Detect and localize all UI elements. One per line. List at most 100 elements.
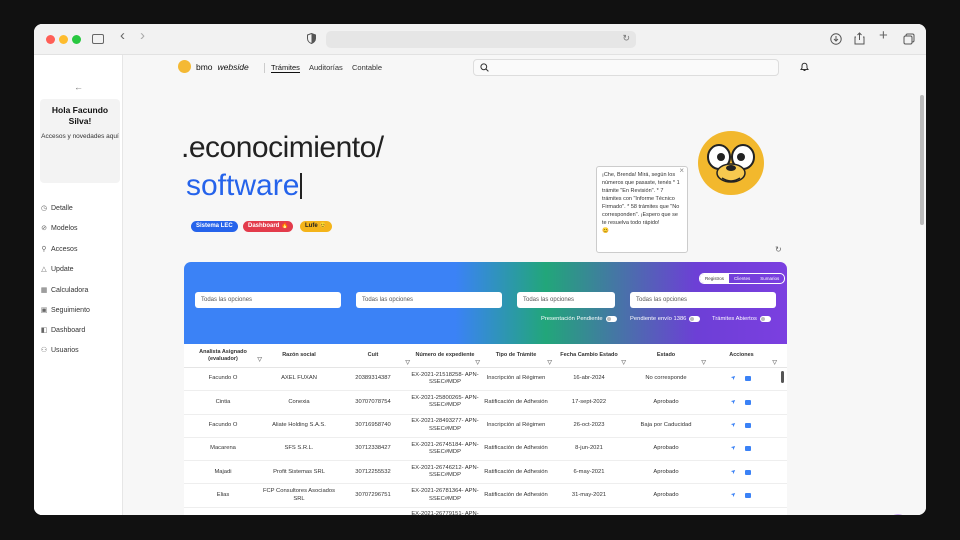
table-cell: Majadi [214, 468, 232, 475]
assistant-message-text: ¡Che, Brenda! Mirá, según los números qu… [602, 172, 680, 226]
column-header[interactable]: Cuit ▽ [336, 352, 410, 366]
view-segmented-control: Registros Clientes Sumarios [699, 273, 786, 284]
jake-mascot-icon[interactable] [698, 131, 764, 195]
table-cell: Profit Sistemas SRL [273, 468, 325, 475]
folder-icon[interactable] [744, 469, 751, 475]
bell-icon[interactable] [800, 62, 809, 72]
badge-dashboard[interactable]: Dashboard 🔥 [243, 221, 294, 232]
bmo-assistant-button[interactable] [888, 514, 908, 515]
sidebar-item-modelos[interactable]: ⊘ Modelos [40, 224, 77, 233]
segment-sumarios[interactable]: Sumarios [755, 274, 784, 283]
column-header[interactable]: Analista Asignado (evaluador) ▽ [184, 349, 262, 363]
sidebar-item-update[interactable]: △ Update [40, 265, 74, 274]
filter-icon[interactable]: ▽ [621, 360, 626, 367]
toggle-switch[interactable] [689, 316, 701, 322]
filter-icon[interactable]: ▽ [475, 360, 480, 367]
folder-icon[interactable] [744, 422, 751, 428]
filter-icon[interactable]: ▽ [547, 360, 552, 367]
table-row[interactable]: MacarenaDIBUSOFT SRL30710857977EX-2021-2… [184, 508, 787, 515]
brand[interactable]: bmo webside [178, 60, 249, 73]
table-row[interactable]: Facundo O Aliate Holding S.A.S. 3071695874… [184, 415, 787, 438]
table-cell: Aprobado [653, 491, 679, 498]
table-cell: Macarena [210, 445, 236, 452]
reload-icon[interactable]: ↻ [622, 33, 630, 44]
search-input[interactable] [473, 59, 779, 76]
table-cell: Conexia [288, 398, 310, 405]
segment-registros[interactable]: Registros [700, 274, 730, 283]
sidebar-item-detalle[interactable]: ◷ Detalle [40, 204, 73, 213]
toggle-tramites-abiertos[interactable]: Trámites Abiertos [712, 316, 771, 322]
folder-icon[interactable] [744, 446, 751, 452]
filter-select-1[interactable]: Todas las opciones [195, 292, 341, 308]
table-row[interactable]: Facundo O AXEL FUXAN 20389314387 EX-2021-21… [184, 368, 787, 392]
sidebar-item-usuarios[interactable]: ⚇ Usuarios [40, 346, 79, 355]
browser-toolbar: ‹ › ↻ + [34, 24, 926, 55]
collapse-arrow-icon[interactable]: ← [74, 82, 83, 92]
minimize-window-button[interactable] [59, 35, 68, 44]
toggle-presentacion-pendiente[interactable]: Presentación Pendiente [541, 316, 617, 322]
filter-select-2[interactable]: Todas las opciones [356, 292, 502, 308]
send-icon[interactable]: ➤ [731, 514, 740, 515]
download-icon[interactable] [830, 33, 842, 48]
column-header[interactable]: Estado ▽ [626, 352, 706, 366]
send-icon[interactable]: ➤ [731, 491, 740, 500]
filter-icon[interactable]: ▽ [772, 360, 777, 367]
table-cell: Inscripción al Régimen [486, 375, 546, 382]
nav-link-contable[interactable]: Contable [352, 63, 382, 72]
table-cell: 30712338427 [355, 445, 391, 452]
sidebar-item-accesos[interactable]: ⚲ Accesos [40, 245, 77, 254]
badge-sistema-lec[interactable]: Sistema LEC [191, 221, 238, 232]
nav-link-auditorias[interactable]: Auditorías [309, 63, 343, 72]
new-tab-icon[interactable]: + [879, 28, 888, 43]
nav-link-tramites[interactable]: Trámites [271, 63, 300, 73]
toggle-switch[interactable] [605, 316, 617, 322]
sidebar-item-calculadora[interactable]: ▦ Calculadora [40, 286, 89, 295]
sidebar-icon[interactable] [92, 34, 104, 44]
column-header[interactable]: Acciones ▽ [706, 352, 777, 366]
address-bar[interactable]: ↻ [326, 31, 636, 48]
sidebar-item-dashboard[interactable]: ◧ Dashboard [40, 326, 86, 335]
close-icon[interactable]: × [679, 167, 684, 175]
folder-icon[interactable] [744, 376, 751, 382]
sidebar-item-label: Update [51, 265, 74, 273]
segment-clientes[interactable]: Clientes [729, 274, 755, 283]
table-row[interactable]: Majadi Profit Sistemas SRL 30712255532 EX-2… [184, 461, 787, 485]
table-cell: EX-2021-21518258- APN-SSEC#MDP [411, 371, 479, 386]
toggle-pendiente-envio[interactable]: Pendiente envío 1386 [630, 316, 701, 322]
filter-icon[interactable]: ▽ [701, 360, 706, 367]
tramites-table: Analista Asignado (evaluador) ▽ Razón soc… [184, 344, 787, 515]
table-row[interactable]: Cintia Conexia 30707078754 EX-2021-25800265… [184, 391, 787, 415]
page: ← Hola Facundo Silva! Accesos y novedade… [34, 55, 926, 515]
table-row[interactable]: Macarena SFS S.R.L. 30712338427 EX-2021-267… [184, 438, 787, 462]
send-icon[interactable]: ➤ [731, 398, 740, 407]
folder-icon[interactable] [744, 399, 751, 405]
column-header[interactable]: Tipo de Trámite ▽ [480, 352, 552, 366]
smile-emoji-icon: 😊 [602, 228, 609, 234]
back-icon[interactable]: ‹ [120, 28, 125, 43]
share-icon[interactable] [854, 32, 865, 48]
send-icon[interactable]: ➤ [731, 468, 740, 477]
column-header[interactable]: Número de expediente ▽ [410, 352, 481, 366]
page-title-accent: software [186, 169, 300, 202]
table-row[interactable]: Elias FCP Consultores Asociados SRL 307072… [184, 484, 787, 508]
badge-lufe[interactable]: Lufe 😊 [300, 221, 332, 232]
send-icon[interactable]: ➤ [731, 445, 740, 454]
filter-select-4[interactable]: Todas las opciones [630, 292, 776, 308]
page-scrollbar[interactable] [920, 95, 924, 225]
table-scrollbar[interactable] [781, 371, 784, 383]
send-icon[interactable]: ➤ [731, 375, 740, 384]
table-header: Analista Asignado (evaluador) ▽ Razón soc… [184, 344, 787, 368]
filter-icon[interactable]: ▽ [405, 360, 410, 367]
sidebar-item-seguimiento[interactable]: ▣ Seguimiento [40, 306, 90, 315]
send-icon[interactable]: ➤ [731, 421, 740, 430]
toggle-switch[interactable] [759, 316, 771, 322]
tabs-overview-icon[interactable] [903, 33, 915, 48]
refresh-icon[interactable]: ↻ [775, 245, 782, 254]
column-header[interactable]: Fecha Cambio Estado ▽ [552, 352, 626, 366]
column-header[interactable]: Razón social [262, 352, 336, 359]
close-window-button[interactable] [46, 35, 55, 44]
forward-icon[interactable]: › [140, 28, 145, 43]
filter-select-3[interactable]: Todas las opciones [517, 292, 615, 308]
folder-icon[interactable] [744, 492, 751, 498]
zoom-window-button[interactable] [72, 35, 81, 44]
